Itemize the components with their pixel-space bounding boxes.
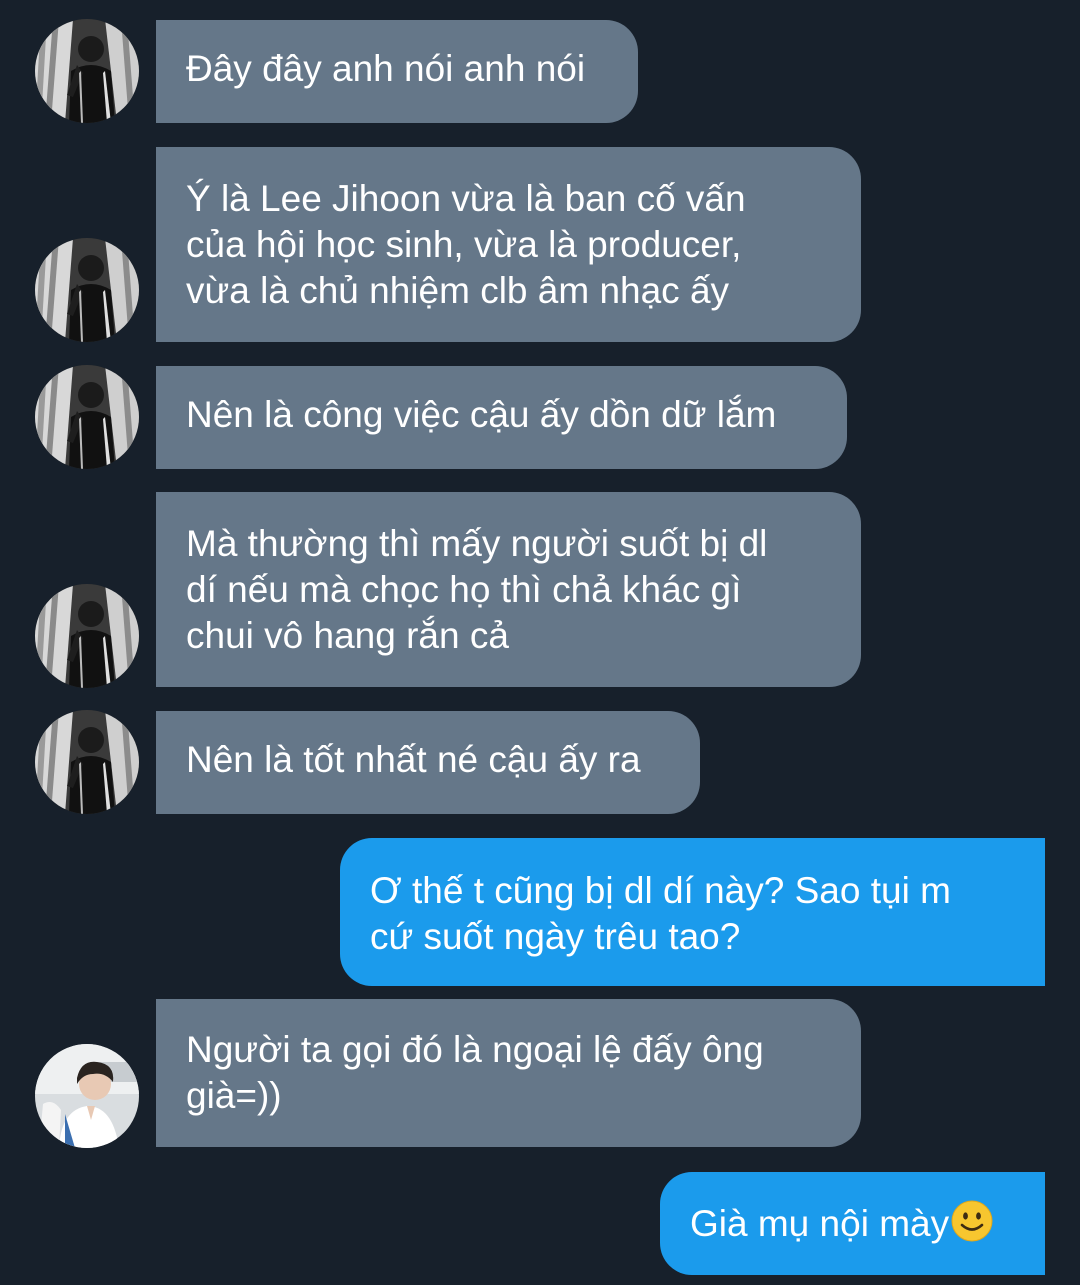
- contact-avatar[interactable]: [35, 365, 139, 469]
- incoming-message: Người ta gọi đó là ngoại lệ đấy ông già=…: [156, 999, 861, 1147]
- message-line: Ý là Lee Jihoon vừa là ban cố vấn: [186, 178, 746, 219]
- contact-avatar[interactable]: [35, 584, 139, 688]
- chat-thread: Đây đây anh nói anh nói Ý là Lee Jihoon …: [0, 0, 1080, 1285]
- incoming-message: Nên là công việc cậu ấy dồn dữ lắm: [156, 366, 847, 469]
- message-line: vừa là chủ nhiệm clb âm nhạc ấy: [186, 270, 730, 311]
- incoming-message: Ý là Lee Jihoon vừa là ban cố vấn của hộ…: [156, 147, 861, 342]
- message-line: Ơ thế t cũng bị dl dí này? Sao tụi m: [370, 870, 951, 911]
- message-line: già=)): [186, 1075, 282, 1116]
- contact-avatar[interactable]: [35, 238, 139, 342]
- incoming-message: Mà thường thì mấy người suốt bị dl dí nế…: [156, 492, 861, 687]
- contact-avatar[interactable]: [35, 710, 139, 814]
- message-line: của hội học sinh, vừa là producer,: [186, 224, 742, 265]
- contact-avatar[interactable]: [35, 1044, 139, 1148]
- message-line: Mà thường thì mấy người suốt bị dl: [186, 523, 768, 564]
- message-text: Đây đây anh nói anh nói: [186, 48, 586, 89]
- message-text: Nên là tốt nhất né cậu ấy ra: [186, 739, 641, 780]
- message-line: cứ suốt ngày trêu tao?: [370, 916, 741, 957]
- outgoing-message: Ơ thế t cũng bị dl dí này? Sao tụi m cứ …: [340, 838, 1045, 986]
- message-line: chui vô hang rắn cả: [186, 615, 509, 656]
- incoming-message: Nên là tốt nhất né cậu ấy ra: [156, 711, 700, 814]
- slightly-smiling-face-icon: [951, 1200, 993, 1253]
- message-line: Người ta gọi đó là ngoại lệ đấy ông: [186, 1029, 764, 1070]
- message-text: Nên là công việc cậu ấy dồn dữ lắm: [186, 394, 777, 435]
- message-text: Già mụ nội mày: [690, 1203, 950, 1244]
- contact-avatar[interactable]: [35, 19, 139, 123]
- incoming-message: Đây đây anh nói anh nói: [156, 20, 638, 123]
- outgoing-message: Già mụ nội mày: [660, 1172, 1045, 1275]
- message-line: dí nếu mà chọc họ thì chả khác gì: [186, 569, 742, 610]
